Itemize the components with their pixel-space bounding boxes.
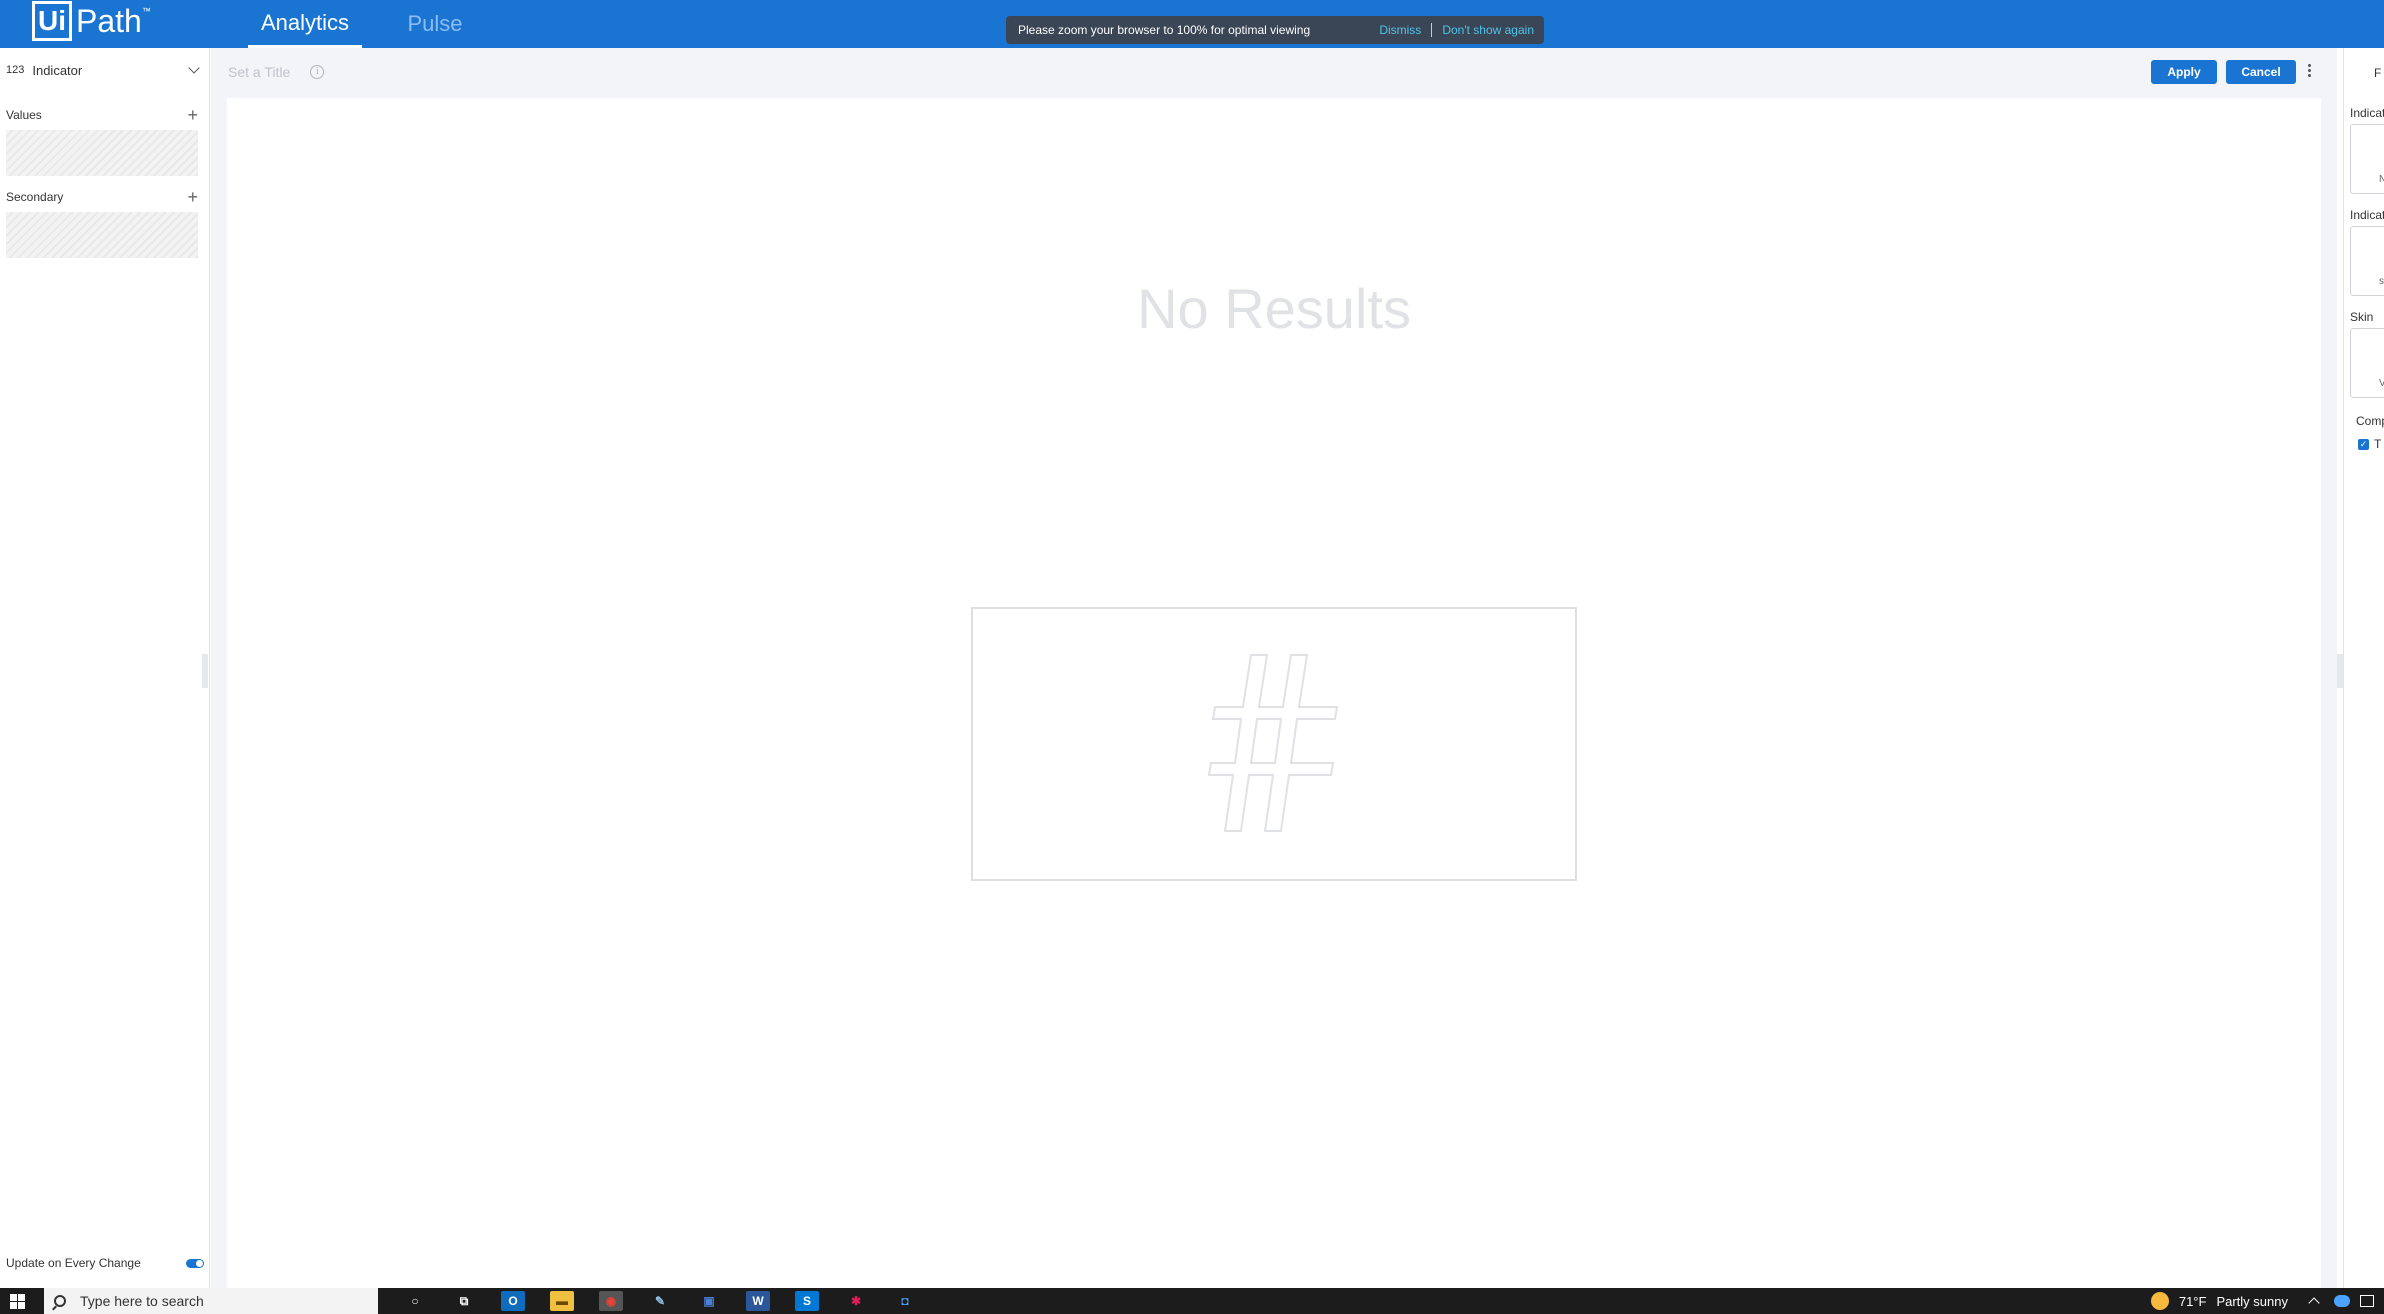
visualization-type-select[interactable]: 123 Indicator (6, 60, 200, 80)
taskbar-search-box[interactable]: Type here to search (44, 1288, 378, 1314)
chrome-icon[interactable]: ◉ (599, 1291, 623, 1311)
word-icon[interactable]: W (746, 1291, 770, 1311)
task-view-icon[interactable]: ⧉ (452, 1291, 476, 1311)
hash-icon (1207, 654, 1339, 832)
indicator-placeholder (971, 607, 1577, 881)
indicator-style-value: s (2379, 276, 2384, 287)
weather-description[interactable]: Partly sunny (2216, 1294, 2288, 1309)
tab-pulse[interactable]: Pulse (400, 0, 470, 48)
network-icon[interactable] (2360, 1295, 2374, 1307)
properties-tab-label[interactable]: F (2374, 66, 2381, 80)
cortana-icon[interactable]: ○ (403, 1291, 427, 1311)
left-panel-resize-handle[interactable] (202, 654, 208, 688)
secondary-drop-zone[interactable] (6, 212, 198, 258)
apply-button[interactable]: Apply (2151, 60, 2217, 84)
comparison-label: Comp (2356, 414, 2384, 428)
visualization-type-label: Indicator (32, 62, 83, 78)
logo-text: Path (76, 2, 142, 39)
outlook-icon[interactable]: O (501, 1291, 525, 1311)
weather-icon[interactable] (2150, 1292, 2169, 1310)
sharepoint-icon[interactable]: S (795, 1291, 819, 1311)
chevron-down-icon (188, 62, 200, 74)
no-results-text: No Results (1137, 277, 1411, 340)
dont-show-again-link[interactable]: Don't show again (1442, 23, 1534, 37)
start-button[interactable] (4, 1288, 30, 1314)
taskbar-search-placeholder: Type here to search (80, 1293, 204, 1309)
skin-value: V (2379, 378, 2384, 389)
title-row: Set a Title i (228, 64, 325, 80)
update-on-change-row: Update on Every Change (6, 1256, 204, 1270)
search-icon (54, 1295, 66, 1307)
logo-trademark: ™ (141, 6, 151, 16)
windows-taskbar: Type here to search ○ ⧉ O ▬ ◉ ✎ ▣ W S ✱ … (0, 1288, 2384, 1314)
indicator-style-label: Indicat (2350, 208, 2384, 222)
notepad-icon[interactable]: ✎ (648, 1291, 672, 1311)
zoom-notice-banner: Please zoom your browser to 100% for opt… (1006, 16, 1544, 44)
indicator-format-value: N (2379, 174, 2384, 185)
more-options-icon[interactable] (2308, 64, 2312, 77)
indicator-format-label: Indicat (2350, 106, 2384, 120)
top-bar: Ui Path ™ Analytics Pulse Please zoom yo… (0, 0, 2384, 48)
update-on-change-toggle[interactable] (186, 1258, 204, 1268)
visualization-canvas: No Results (227, 98, 2321, 1288)
notice-divider (1431, 23, 1433, 37)
secondary-section-header: Secondary + (6, 188, 198, 206)
add-value-icon[interactable]: + (187, 106, 198, 124)
uipath-logo[interactable]: Ui Path ™ (32, 0, 151, 42)
update-on-change-label: Update on Every Change (6, 1256, 141, 1270)
indicator-style-option[interactable]: s (2350, 226, 2384, 296)
slack-icon[interactable]: ✱ (844, 1291, 868, 1311)
values-drop-zone[interactable] (6, 130, 198, 176)
right-properties-panel: F Indicat N Indicat s Skin V Comp ✓ T (2343, 48, 2384, 1288)
weather-temperature[interactable]: 71°F (2179, 1294, 2207, 1309)
onedrive-icon[interactable] (2334, 1295, 2350, 1307)
add-secondary-icon[interactable]: + (187, 188, 198, 206)
info-icon[interactable]: i (310, 65, 325, 79)
remote-desktop-icon[interactable]: ▣ (697, 1291, 721, 1311)
comparison-checkbox[interactable]: ✓ (2358, 439, 2369, 450)
values-section-title: Values (6, 108, 42, 122)
skin-option[interactable]: V (2350, 328, 2384, 398)
editor-area: Set a Title i Apply Cancel No Results (211, 48, 2337, 1288)
system-tray: 71°F Partly sunny (2150, 1288, 2384, 1314)
indicator-format-option[interactable]: N (2350, 124, 2384, 194)
chevron-up-icon[interactable] (2308, 1297, 2320, 1309)
skin-label: Skin (2350, 310, 2374, 324)
file-explorer-icon[interactable]: ▬ (550, 1291, 574, 1311)
tab-analytics[interactable]: Analytics (248, 0, 362, 48)
uipath-assistant-icon[interactable]: ◘ (893, 1291, 917, 1311)
comparison-checkbox-label: T (2374, 437, 2382, 451)
title-input[interactable]: Set a Title (228, 64, 290, 80)
cancel-button[interactable]: Cancel (2226, 60, 2296, 84)
number-type-icon: 123 (6, 64, 25, 76)
secondary-section-title: Secondary (6, 190, 64, 204)
zoom-notice-message: Please zoom your browser to 100% for opt… (1018, 23, 1311, 37)
left-config-panel: 123 Indicator Values + Secondary + Updat… (0, 48, 210, 1288)
dismiss-link[interactable]: Dismiss (1379, 23, 1421, 37)
logo-mark: Ui (32, 1, 72, 41)
windows-logo-icon (9, 1293, 25, 1309)
values-section-header: Values + (6, 106, 198, 124)
